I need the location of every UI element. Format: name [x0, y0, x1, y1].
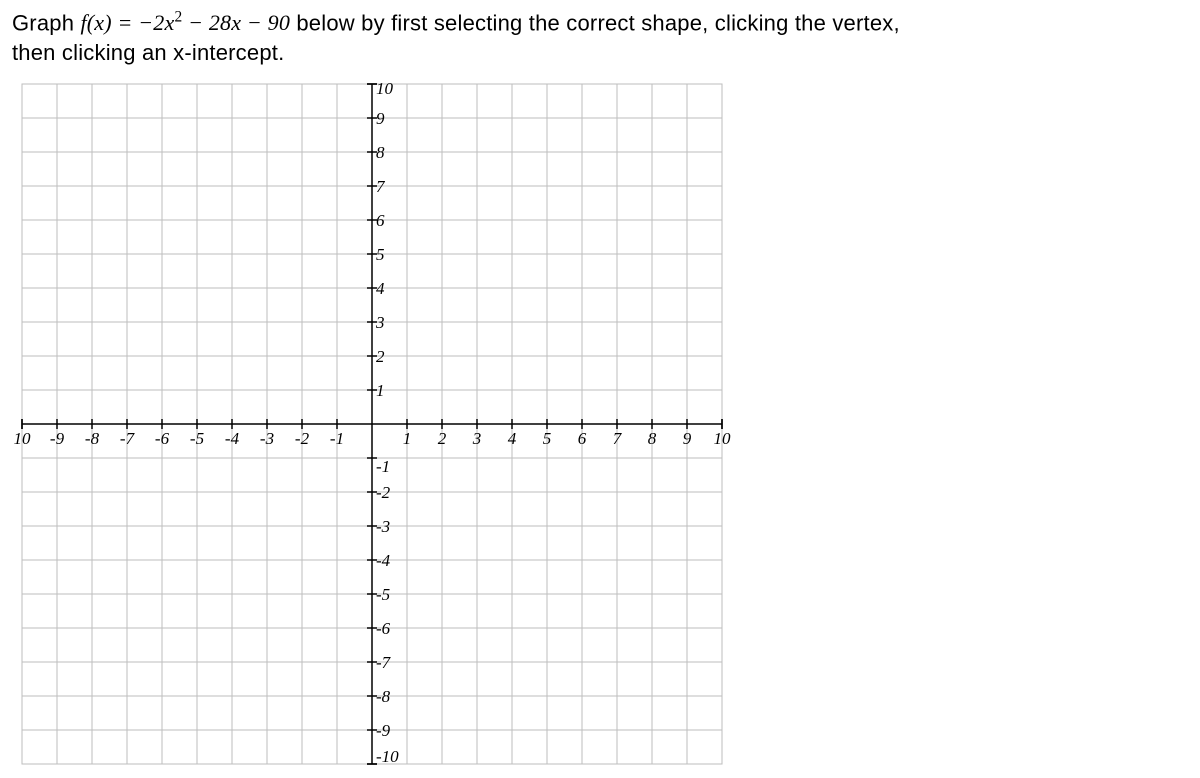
y-tick-label: 10 — [376, 79, 394, 98]
prompt-line2: then clicking an x-intercept. — [12, 40, 284, 65]
graph-canvas[interactable]: 10 -9 -8 -7 -6 -5 -4 -3 -2 -1 1 2 3 4 5 6 7 8 9 10 -10 -9 -8 -7… — [12, 74, 732, 774]
y-tick-label: 8 — [376, 143, 385, 162]
x-tick-label: 6 — [578, 429, 587, 448]
fx-equals: f(x) = — [80, 10, 138, 35]
y-tick-label: 6 — [376, 211, 385, 230]
x-tick-label: -8 — [85, 429, 100, 448]
x-tick-label: 1 — [403, 429, 412, 448]
x-tick-label: 10 — [714, 429, 732, 448]
coordinate-plane[interactable]: 10 -9 -8 -7 -6 -5 -4 -3 -2 -1 1 2 3 4 5 6 7 8 9 10 -10 -9 -8 -7… — [12, 74, 1188, 774]
term-minus90: − 90 — [241, 10, 290, 35]
x-tick-label: 10 — [14, 429, 32, 448]
y-tick-label: -7 — [376, 653, 392, 672]
y-tick-label: 9 — [376, 109, 385, 128]
y-tick-label: -10 — [376, 747, 399, 766]
x-tick-label: -4 — [225, 429, 240, 448]
term-minus28x: − 28x — [182, 10, 241, 35]
x-tick-label: 8 — [648, 429, 657, 448]
x-tick-label: -3 — [260, 429, 274, 448]
x-tick-label: -7 — [120, 429, 136, 448]
y-tick-label: -5 — [376, 585, 390, 604]
y-tick-label: 4 — [376, 279, 385, 298]
function-expression: f(x) = −2x2 − 28x − 90 — [80, 10, 290, 35]
prompt-after: below by first selecting the correct sha… — [290, 10, 900, 35]
y-tick-label: -2 — [376, 483, 391, 502]
x-tick-label: 5 — [543, 429, 552, 448]
y-tick-label: -8 — [376, 687, 391, 706]
y-tick-label: 5 — [376, 245, 385, 264]
y-tick-label: -9 — [376, 721, 391, 740]
x-tick-label: 3 — [472, 429, 482, 448]
x-tick-label: -2 — [295, 429, 310, 448]
x-tick-label: 4 — [508, 429, 517, 448]
y-tick-label: 1 — [376, 381, 385, 400]
x-tick-label: -5 — [190, 429, 204, 448]
x-tick-label: -9 — [50, 429, 65, 448]
term-neg2x2: −2x — [138, 10, 174, 35]
y-tick-label: -3 — [376, 517, 390, 536]
y-tick-label: -4 — [376, 551, 391, 570]
prompt-prefix: Graph — [12, 10, 80, 35]
x-tick-label: 7 — [613, 429, 623, 448]
y-tick-label: -6 — [376, 619, 391, 638]
x-tick-label: 2 — [438, 429, 447, 448]
question-prompt: Graph f(x) = −2x2 − 28x − 90 below by fi… — [12, 8, 1188, 68]
y-tick-label: 3 — [375, 313, 385, 332]
y-tick-label: -1 — [376, 457, 390, 476]
y-tick-label: 2 — [376, 347, 385, 366]
x-tick-label: 9 — [683, 429, 692, 448]
x-tick-label: -6 — [155, 429, 170, 448]
x-tick-label: -1 — [330, 429, 344, 448]
